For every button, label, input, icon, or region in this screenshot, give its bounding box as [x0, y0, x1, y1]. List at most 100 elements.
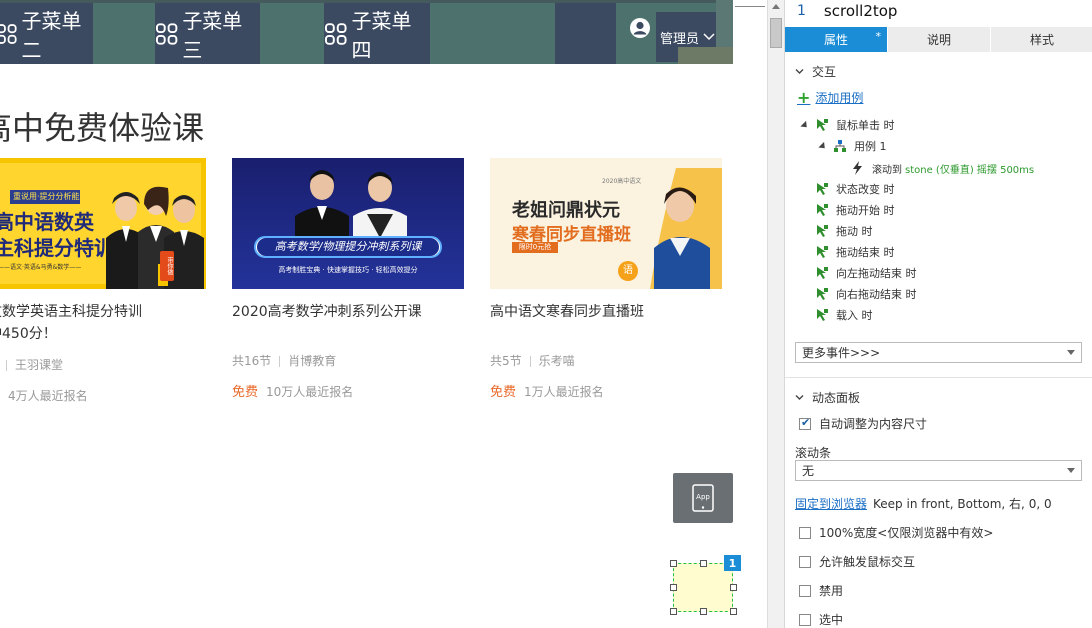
user-avatar-icon[interactable]	[629, 17, 651, 39]
course-name-line2: 怒冲450分！	[0, 326, 57, 342]
pin-to-browser-link[interactable]: 固定到浏览器	[795, 497, 867, 511]
more-events-select[interactable]: 更多事件>>>	[795, 342, 1082, 363]
resize-handle-n[interactable]	[700, 560, 707, 567]
cursor-event-icon	[817, 309, 828, 321]
cursor-event-icon	[817, 225, 828, 237]
resize-handle-e[interactable]	[730, 584, 737, 591]
event-state-change[interactable]: 状态改变 时	[815, 181, 895, 197]
case-label: 用例 1	[854, 140, 887, 153]
dynamic-panel-section-header[interactable]: 动态面板	[795, 389, 860, 406]
resize-handle-w[interactable]	[670, 584, 677, 591]
event-label: 向左拖动结束 时	[836, 267, 917, 280]
course-banner[interactable]: 重说用·提分分析能力 高中语数英 主科提分特训 ——语文·英语&马勇&数学——	[0, 158, 206, 289]
grid-icon	[155, 22, 178, 45]
allow-mouse-interaction-checkbox[interactable]: 允许触发鼠标交互	[799, 553, 915, 570]
modified-marker: *	[875, 30, 882, 43]
tab-style[interactable]: 样式	[991, 27, 1092, 52]
case-1[interactable]: 用例 1	[818, 138, 887, 154]
admin-label: 管理员	[660, 31, 700, 47]
course-name[interactable]: 2020高考数学冲刺系列公开课	[232, 301, 464, 323]
prototype-canvas: 子菜单二 子菜单三 子菜单四 管理员 高中免费体验课 重说用·提分分析能 高中语…	[0, 0, 767, 628]
banner-headline: 老姐问鼎状元	[512, 200, 620, 221]
select-value: 无	[802, 464, 815, 478]
menu-item-sub4[interactable]: 子菜单四	[324, 3, 430, 64]
subject-badge: 语	[618, 261, 638, 281]
chevron-down-icon	[703, 33, 715, 41]
select-value: 更多事件>>>	[802, 346, 881, 360]
scrollbar-select[interactable]: 无	[795, 460, 1082, 481]
checkbox[interactable]	[799, 555, 811, 568]
action-scroll-to[interactable]: 滚动到 stone (仅垂直) 摇摆 500ms	[851, 160, 1034, 176]
widget-header: 1 scroll2top	[785, 0, 1092, 22]
add-case-link[interactable]: + 添加用例	[797, 88, 863, 107]
tab-notes[interactable]: 说明	[888, 27, 991, 52]
section-divider	[785, 377, 1092, 378]
teachers-photo	[295, 170, 407, 238]
event-drag-start[interactable]: 拖动开始 时	[815, 202, 895, 218]
banner-headline-2: 主科提分特训	[0, 236, 114, 260]
event-drag-end[interactable]: 拖动结束 时	[815, 244, 895, 260]
selected-checkbox[interactable]: 选中	[799, 611, 843, 628]
event-drag-left-end[interactable]: 向左拖动结束 时	[815, 265, 917, 281]
chevron-down-icon	[795, 395, 804, 400]
full-width-checkbox[interactable]: 100%宽度<仅限浏览器中有效>	[799, 524, 993, 541]
banner-subline: 高考制胜宝典 · 快速掌握技巧 · 轻松高效提分	[278, 266, 418, 274]
page-title: 高中免费体验课	[0, 109, 205, 147]
disabled-checkbox[interactable]: 禁用	[799, 582, 843, 599]
widget-name-field[interactable]: scroll2top	[824, 2, 898, 20]
checkbox-label: 自动调整为内容尺寸	[819, 417, 928, 431]
meta-separator	[6, 360, 7, 371]
course-card[interactable]: 高考数学/物理提分冲刺系列课 高考制胜宝典 · 快速掌握技巧 · 轻松高效提分 …	[232, 158, 464, 400]
course-banner[interactable]: 高考数学/物理提分冲刺系列课 高考制胜宝典 · 快速掌握技巧 · 轻松高效提分	[232, 158, 464, 289]
grid-icon	[0, 23, 17, 44]
course-card[interactable]: 2020高中语文 老姐问鼎状元 寒春同步直播班 限时0元抢 语 高中语文寒春同步…	[490, 158, 722, 400]
menu-item-sub2[interactable]: 子菜单二	[0, 3, 93, 64]
guide-line	[735, 6, 765, 7]
banner-headline: 高考数学/物理提分冲刺系列课	[257, 238, 439, 256]
top-navbar: 子菜单二 子菜单三 子菜单四 管理员	[0, 0, 733, 64]
signup-count: 4万人最近报名	[8, 389, 88, 403]
auto-fit-checkbox[interactable]: 自动调整为内容尺寸	[799, 415, 927, 432]
cursor-event-icon	[817, 119, 828, 131]
checkbox[interactable]	[799, 526, 811, 539]
course-name[interactable]: 语文数学英语主科提分特训	[0, 301, 206, 323]
event-onclick[interactable]: 鼠标单击 时	[800, 117, 895, 133]
course-meta: 共5节 乐考喵	[490, 352, 722, 369]
banner-year: 2020高中语文	[602, 178, 642, 185]
scroll-up-arrow-icon[interactable]	[772, 4, 780, 9]
event-label: 载入 时	[836, 309, 873, 322]
teachers-photo	[106, 186, 204, 289]
resize-handle-nw[interactable]	[670, 560, 677, 567]
grid-icon	[324, 22, 347, 45]
menu-item-sub3[interactable]: 子菜单三	[155, 3, 260, 64]
meta-separator	[279, 356, 281, 367]
checkbox[interactable]	[799, 584, 811, 597]
event-load[interactable]: 载入 时	[815, 307, 873, 323]
cursor-event-icon	[817, 204, 828, 216]
course-name[interactable]: 高中语文寒春同步直播班	[490, 301, 722, 323]
canvas-vertical-scrollbar[interactable]	[767, 0, 784, 628]
banner-tag: 重说用·提分分析能力	[10, 190, 80, 204]
lesson-count: 共16节	[232, 354, 272, 368]
checkbox-checked[interactable]	[799, 416, 811, 430]
dropdown-arrow-icon	[1067, 468, 1075, 473]
navbar-olive-block	[678, 47, 733, 64]
event-drag-right-end[interactable]: 向右拖动结束 时	[815, 286, 917, 302]
interaction-section-header[interactable]: 交互	[795, 63, 836, 80]
course-card[interactable]: 重说用·提分分析能力 高中语数英 主科提分特训 ——语文·英语&马勇&数学——	[0, 158, 206, 404]
course-price-row: 免费 1万人最近报名	[490, 381, 722, 400]
resize-handle-s[interactable]	[700, 608, 707, 615]
checkbox[interactable]	[799, 613, 811, 626]
tab-properties[interactable]: 属性 *	[785, 27, 888, 52]
dropdown-arrow-icon	[1067, 350, 1075, 355]
resize-handle-se[interactable]	[730, 608, 737, 615]
tab-label: 属性	[823, 33, 848, 47]
banner-headline: 高中语数英	[0, 210, 94, 234]
event-drag[interactable]: 拖动 时	[815, 223, 873, 239]
resize-handle-sw[interactable]	[670, 608, 677, 615]
scrollbar-thumb[interactable]	[770, 18, 782, 48]
menu-label: 子菜单二	[21, 8, 82, 62]
app-download-button[interactable]: App	[673, 473, 733, 523]
section-title: 交互	[812, 65, 837, 79]
course-banner[interactable]: 2020高中语文 老姐问鼎状元 寒春同步直播班 限时0元抢 语	[490, 158, 722, 289]
